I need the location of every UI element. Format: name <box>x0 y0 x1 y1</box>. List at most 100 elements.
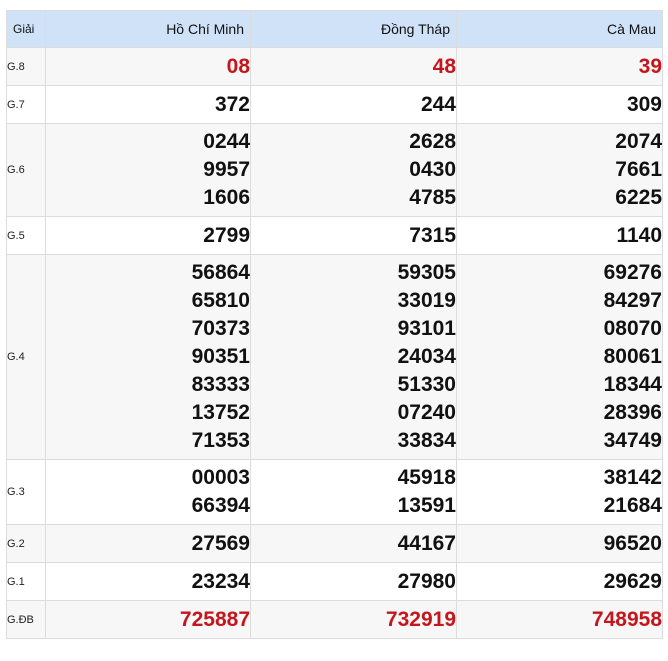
result-cell: 27569 <box>45 524 251 563</box>
result-cell: 7315 <box>250 216 457 255</box>
result-number: 0430 <box>409 158 456 181</box>
prize-row-special: G.ĐB 725887 732919 748958 <box>6 600 663 639</box>
result-number: 44167 <box>397 531 456 555</box>
result-cell: 39 <box>456 47 663 86</box>
result-number: 9957 <box>203 158 250 181</box>
prize-label: G.1 <box>6 562 46 601</box>
result-number: 24034 <box>397 345 456 368</box>
result-number: 4785 <box>409 186 456 209</box>
result-number: 93101 <box>397 317 456 340</box>
result-cell: 309 <box>456 85 663 124</box>
result-number: 7315 <box>409 223 456 247</box>
prize-label: G.3 <box>6 459 46 525</box>
result-cell: 44167 <box>250 524 457 563</box>
prize-label: G.7 <box>6 85 46 124</box>
result-number: 48 <box>432 54 456 78</box>
result-number: 2628 <box>409 130 456 153</box>
result-cell: 48 <box>250 47 457 86</box>
result-number: 372 <box>214 92 250 116</box>
special-prize-number: 732919 <box>385 607 456 631</box>
result-number: 29629 <box>603 569 662 593</box>
result-number: 18344 <box>603 373 662 396</box>
result-number: 27569 <box>191 531 250 555</box>
header-prize: Giải <box>6 10 46 48</box>
prize-label: G.4 <box>6 254 46 460</box>
result-cell: 00003 66394 <box>45 459 251 525</box>
result-number: 51330 <box>397 373 456 396</box>
prize-label: G.5 <box>6 216 46 255</box>
result-cell: 1140 <box>456 216 663 255</box>
header-province-ho-chi-minh[interactable]: Hồ Chí Minh <box>45 10 251 48</box>
prize-row-g2: G.2 27569 44167 96520 <box>6 524 663 563</box>
result-number: 59305 <box>397 261 456 284</box>
result-number: 83333 <box>191 373 250 396</box>
result-number: 69276 <box>603 261 662 284</box>
result-cell: 08 <box>45 47 251 86</box>
special-prize-number: 725887 <box>179 607 250 631</box>
result-cell: 2628 0430 4785 <box>250 123 457 217</box>
result-number: 0244 <box>203 130 250 153</box>
special-prize-number: 748958 <box>591 607 662 631</box>
result-number: 96520 <box>603 531 662 555</box>
result-cell: 372 <box>45 85 251 124</box>
result-number: 90351 <box>191 345 250 368</box>
result-number: 2074 <box>615 130 662 153</box>
result-cell: 732919 <box>250 600 457 639</box>
result-number: 33019 <box>397 289 456 312</box>
result-number: 7661 <box>615 158 662 181</box>
result-number: 07240 <box>397 401 456 424</box>
result-number: 1606 <box>203 186 250 209</box>
prize-label: G.8 <box>6 47 46 86</box>
result-number: 33834 <box>397 429 456 452</box>
table-header-row: Giải Hồ Chí Minh Đồng Tháp Cà Mau <box>6 10 663 48</box>
result-number: 1140 <box>616 223 662 247</box>
result-number: 23234 <box>191 569 250 593</box>
prize-label: G.ĐB <box>6 600 46 639</box>
lottery-results-table: Giải Hồ Chí Minh Đồng Tháp Cà Mau G.8 08… <box>6 10 663 639</box>
result-number: 08070 <box>603 317 662 340</box>
result-cell: 2799 <box>45 216 251 255</box>
prize-row-g8: G.8 08 48 39 <box>6 47 663 86</box>
result-cell: 29629 <box>456 562 663 601</box>
result-cell: 38142 21684 <box>456 459 663 525</box>
result-cell: 0244 9957 1606 <box>45 123 251 217</box>
result-number: 39 <box>638 54 662 78</box>
result-cell: 56864 65810 70373 90351 83333 13752 7135… <box>45 254 251 460</box>
prize-row-g1: G.1 23234 27980 29629 <box>6 562 663 601</box>
result-number: 13752 <box>191 401 250 424</box>
result-cell: 23234 <box>45 562 251 601</box>
result-number: 21684 <box>603 494 662 517</box>
result-number: 70373 <box>191 317 250 340</box>
result-cell: 2074 7661 6225 <box>456 123 663 217</box>
result-number: 65810 <box>191 289 250 312</box>
result-cell: 244 <box>250 85 457 124</box>
result-cell: 59305 33019 93101 24034 51330 07240 3383… <box>250 254 457 460</box>
result-number: 08 <box>226 54 250 78</box>
header-province-dong-thap[interactable]: Đồng Tháp <box>250 10 457 48</box>
result-number: 45918 <box>397 466 456 489</box>
result-number: 309 <box>626 92 662 116</box>
result-number: 00003 <box>191 466 250 489</box>
result-number: 27980 <box>397 569 456 593</box>
result-cell: 725887 <box>45 600 251 639</box>
result-cell: 748958 <box>456 600 663 639</box>
result-number: 38142 <box>603 466 662 489</box>
result-number: 13591 <box>397 494 456 517</box>
prize-label: G.2 <box>6 524 46 563</box>
result-number: 56864 <box>191 261 250 284</box>
result-cell: 45918 13591 <box>250 459 457 525</box>
result-number: 71353 <box>191 429 250 452</box>
prize-row-g5: G.5 2799 7315 1140 <box>6 216 663 255</box>
prize-row-g6: G.6 0244 9957 1606 2628 0430 4785 2074 7… <box>6 123 663 217</box>
result-number: 2799 <box>203 223 250 247</box>
prize-row-g3: G.3 00003 66394 45918 13591 38142 21684 <box>6 459 663 525</box>
result-number: 6225 <box>615 186 662 209</box>
result-number: 84297 <box>603 289 662 312</box>
header-province-ca-mau[interactable]: Cà Mau <box>456 10 663 48</box>
result-number: 66394 <box>191 494 250 517</box>
lottery-results-panel: Giải Hồ Chí Minh Đồng Tháp Cà Mau G.8 08… <box>6 10 663 639</box>
result-number: 28396 <box>603 401 662 424</box>
result-cell: 96520 <box>456 524 663 563</box>
result-cell: 27980 <box>250 562 457 601</box>
result-number: 34749 <box>603 429 662 452</box>
